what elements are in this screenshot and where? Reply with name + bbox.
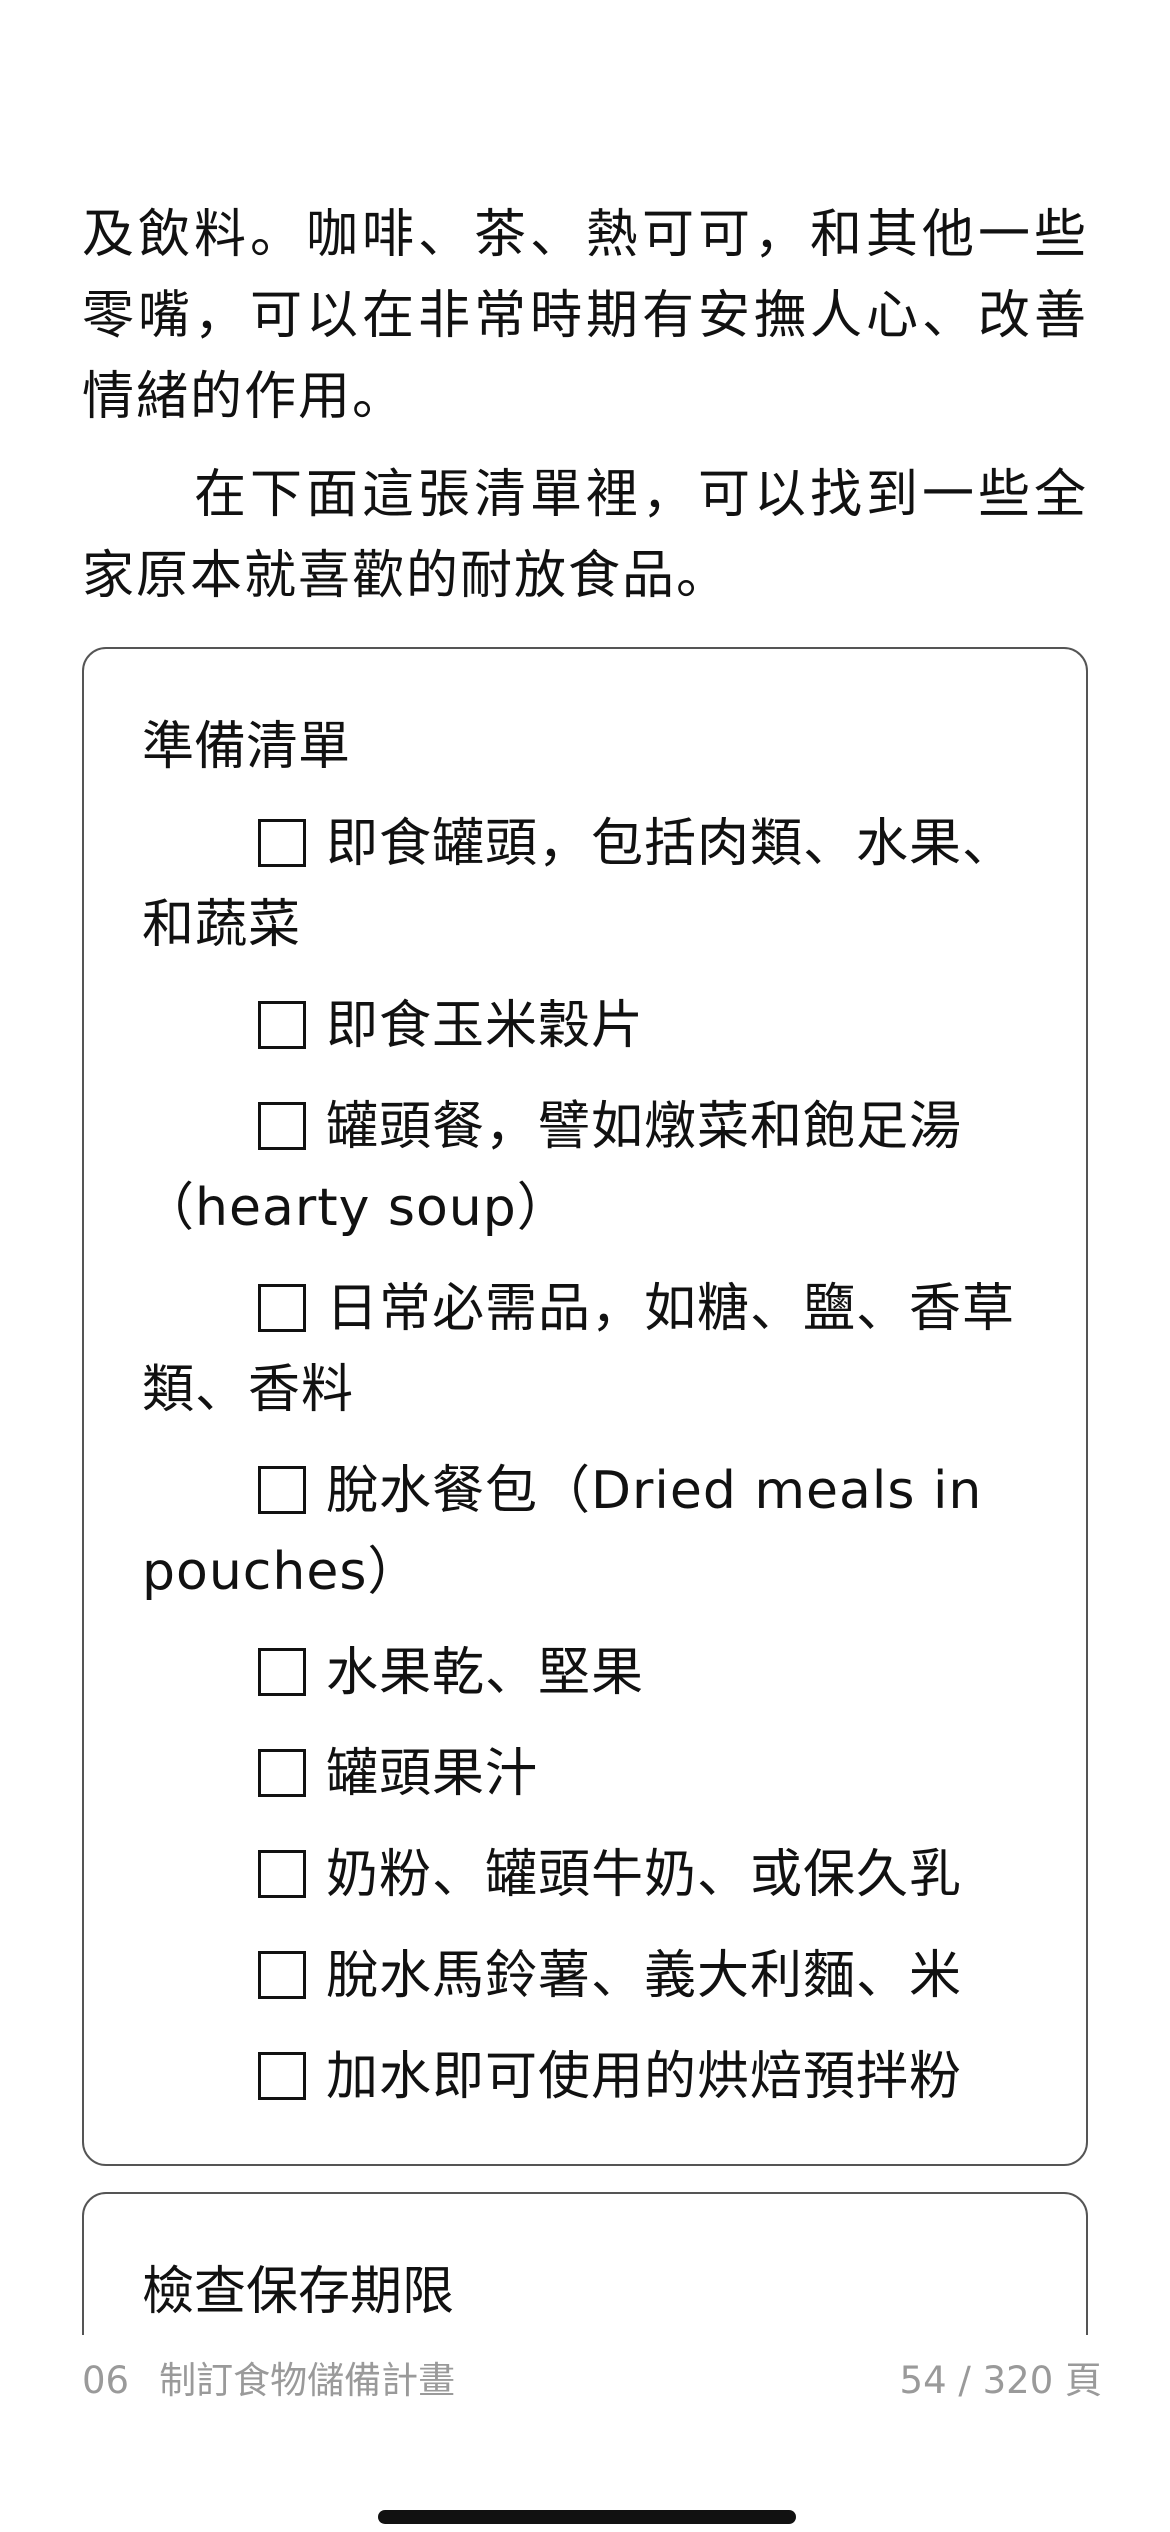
checklist-item-label: 水果乾、堅果	[326, 1643, 645, 1703]
chapter-info: 06 制訂食物儲備計畫	[82, 2350, 455, 2404]
page-indicator: 54 / 320 頁	[899, 2359, 1102, 2402]
checklist-item-label: 奶粉、罐頭牛奶、或保久乳	[326, 1845, 963, 1905]
chapter-number: 06	[82, 2359, 130, 2402]
reader-footer: 06 制訂食物儲備計畫 54 / 320 頁	[82, 2352, 1102, 2402]
checklist-item: 罐頭餐，譬如燉菜和飽足湯（hearty soup）	[142, 1087, 1028, 1249]
checklist-item-label: 加水即可使用的烘焙預拌粉	[326, 2047, 963, 2107]
expiry-check-box: 檢查保存期限	[82, 2192, 1088, 2335]
checkbox-icon	[258, 819, 306, 867]
checkbox-icon	[258, 1466, 306, 1514]
checklist-item: 加水即可使用的烘焙預拌粉	[142, 2037, 1028, 2118]
body-paragraph: 在下面這張清單裡，可以找到一些全家原本就喜歡的耐放食品。	[82, 465, 1088, 606]
checklist-item-label: 即食玉米穀片	[326, 996, 645, 1056]
checklist-item: 日常必需品，如糖、鹽、香草類、香料	[142, 1269, 1028, 1431]
checkbox-icon	[258, 1102, 306, 1150]
checkbox-icon	[258, 2052, 306, 2100]
chapter-title: 制訂食物儲備計畫	[159, 2359, 456, 2402]
checklist-item: 脫水餐包（Dried meals in pouches）	[142, 1451, 1028, 1613]
checklist-box: 準備清單 即食罐頭，包括肉類、水果、和蔬菜 即食玉米穀片 罐頭餐，譬如燉菜和飽足…	[82, 647, 1088, 2166]
checkbox-icon	[258, 1001, 306, 1049]
checkbox-icon	[258, 1284, 306, 1332]
checklist-item: 脫水馬鈴薯、義大利麵、米	[142, 1936, 1028, 2017]
expiry-check-title: 檢查保存期限	[142, 2262, 455, 2322]
checkbox-icon	[258, 1749, 306, 1797]
checklist-item-label: 脫水馬鈴薯、義大利麵、米	[326, 1946, 963, 2006]
checkbox-icon	[258, 1648, 306, 1696]
checkbox-icon	[258, 1850, 306, 1898]
reader-content[interactable]: 及飲料。咖啡、茶、熱可可，和其他一些零嘴，可以在非常時期有安撫人心、改善情緒的作…	[82, 195, 1088, 2335]
checklist-item: 奶粉、罐頭牛奶、或保久乳	[142, 1835, 1028, 1916]
checklist-item: 水果乾、堅果	[142, 1633, 1028, 1714]
home-indicator[interactable]	[378, 2510, 796, 2524]
checklist-title: 準備清單	[142, 717, 351, 777]
checklist-item: 即食罐頭，包括肉類、水果、和蔬菜	[142, 804, 1028, 966]
checklist-item-label: 罐頭果汁	[326, 1744, 539, 1804]
checkbox-icon	[258, 1951, 306, 1999]
checklist-item: 罐頭果汁	[142, 1734, 1028, 1815]
body-paragraph: 及飲料。咖啡、茶、熱可可，和其他一些零嘴，可以在非常時期有安撫人心、改善情緒的作…	[82, 205, 1088, 427]
checklist-item: 即食玉米穀片	[142, 986, 1028, 1067]
